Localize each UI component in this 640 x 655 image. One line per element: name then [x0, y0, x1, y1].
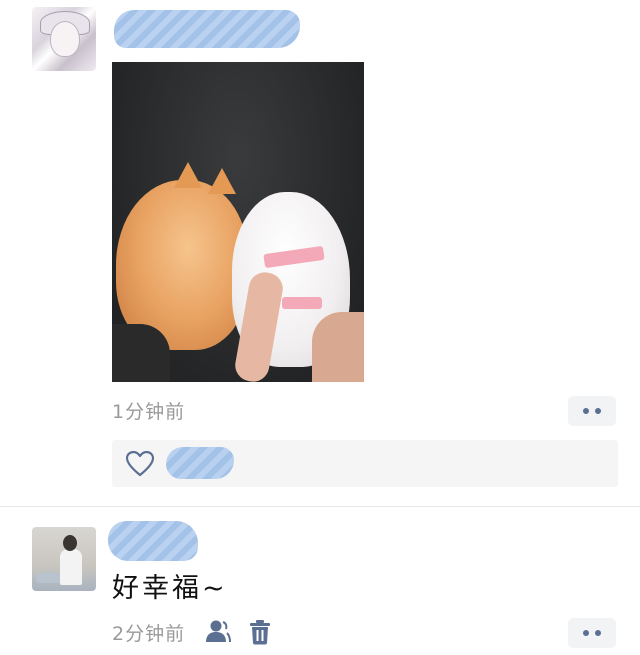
moment-post: 1分钟前: [0, 0, 640, 506]
user-visibility-icon[interactable]: [205, 619, 231, 643]
avatar[interactable]: [32, 527, 96, 591]
redacted-username[interactable]: [108, 521, 198, 561]
avatar[interactable]: [32, 7, 96, 71]
post-time: 1分钟前: [112, 401, 186, 423]
post-time: 2分钟前: [112, 623, 186, 645]
redacted-liker-name[interactable]: [166, 447, 234, 479]
kittens-photo[interactable]: [112, 62, 364, 382]
dot-icon: [583, 408, 589, 414]
heart-outline-icon: [126, 451, 154, 477]
arm: [312, 312, 364, 382]
post-text: 好幸福~: [112, 573, 228, 604]
more-options-button[interactable]: [568, 396, 616, 426]
dot-icon: [595, 408, 601, 414]
avatar-face: [50, 21, 80, 57]
trash-icon[interactable]: [249, 619, 271, 645]
pink-harness: [282, 297, 322, 309]
moment-post: [0, 507, 640, 655]
redacted-username[interactable]: [114, 10, 300, 48]
likes-section: [112, 440, 618, 487]
dark-sleeve: [112, 324, 170, 382]
avatar-body: [60, 549, 82, 585]
avatar-head: [63, 535, 77, 551]
dot-icon: [595, 630, 601, 636]
dot-icon: [583, 630, 589, 636]
more-options-button[interactable]: [568, 618, 616, 648]
